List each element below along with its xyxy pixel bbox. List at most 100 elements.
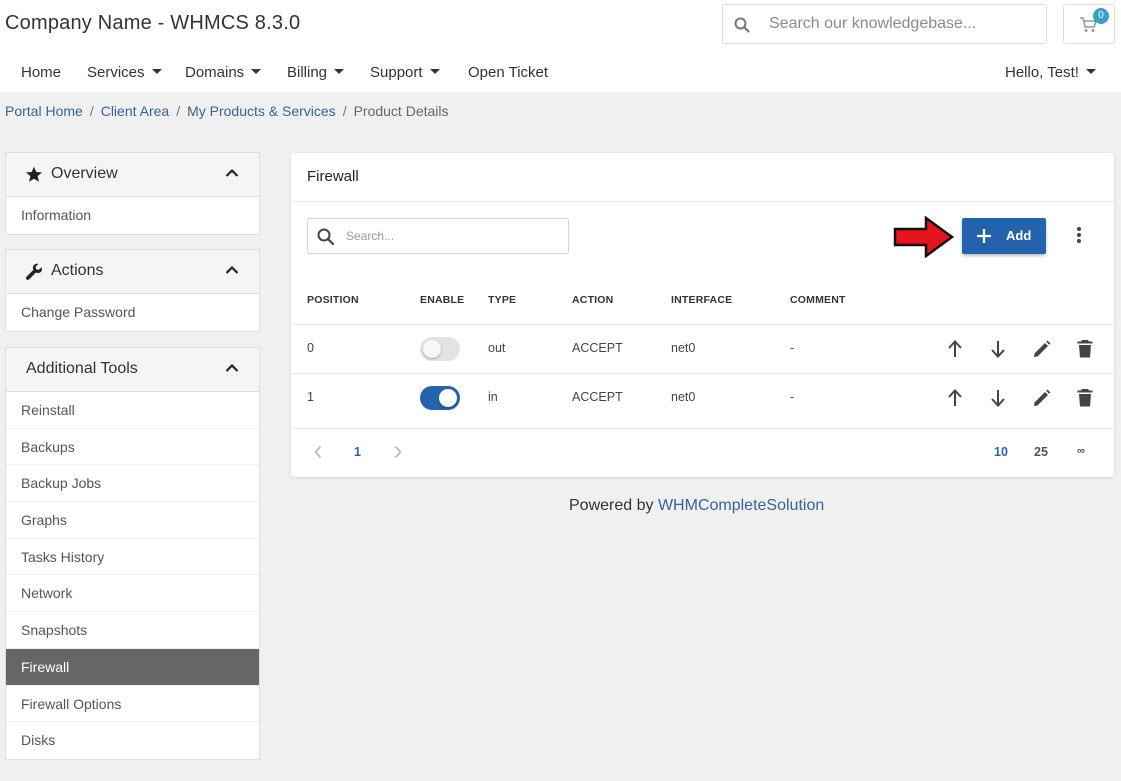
column-header-type[interactable]: TYPE [488, 294, 516, 306]
nav-user-menu[interactable]: Hello, Test! [1005, 64, 1096, 81]
firewall-search-input[interactable] [346, 226, 556, 246]
cell-action: ACCEPT [572, 341, 623, 355]
nav-support-label: Support [370, 64, 423, 81]
nav-billing-label: Billing [287, 64, 328, 81]
panel-header-overview[interactable]: Overview [6, 153, 259, 197]
column-header-interface[interactable]: INTERFACE [671, 294, 732, 306]
chevron-up-icon[interactable] [225, 363, 239, 373]
column-header-position[interactable]: POSITION [307, 294, 359, 306]
cart-count-badge: 0 [1093, 8, 1109, 24]
per-page-10[interactable]: 10 [994, 445, 1008, 459]
chevron-up-icon[interactable] [225, 168, 239, 178]
cell-position: 1 [307, 390, 314, 404]
sidebar-item-reinstall[interactable]: Reinstall [6, 392, 259, 429]
search-icon [734, 17, 750, 33]
trash-icon[interactable] [1077, 388, 1093, 407]
search-icon [317, 228, 335, 246]
chevron-up-icon[interactable] [225, 265, 239, 275]
star-icon [26, 166, 42, 182]
cell-action: ACCEPT [572, 390, 623, 404]
cell-comment: - [790, 390, 795, 404]
breadcrumb-separator: / [176, 103, 181, 119]
enable-toggle[interactable] [420, 386, 460, 410]
pencil-icon[interactable] [1033, 340, 1051, 358]
nav-domains-label: Domains [185, 64, 245, 81]
cell-interface: net0 [671, 390, 696, 404]
toggle-knob [423, 340, 441, 358]
chevron-left-icon[interactable] [313, 445, 323, 459]
plus-icon [977, 229, 991, 243]
cell-type: in [488, 390, 498, 404]
row-divider [291, 373, 1114, 374]
row-divider [291, 324, 1114, 325]
chevron-right-icon[interactable] [393, 445, 403, 459]
breadcrumb-separator: / [89, 103, 94, 119]
cell-comment: - [790, 341, 795, 355]
per-page-all[interactable]: ∞ [1077, 445, 1085, 457]
nav-support[interactable]: Support [370, 64, 440, 81]
sidebar-item-graphs[interactable]: Graphs [6, 502, 259, 539]
sidebar-item-snapshots[interactable]: Snapshots [6, 612, 259, 649]
toggle-knob [439, 389, 457, 407]
footer-link[interactable]: WHMCompleteSolution [658, 497, 824, 514]
panel-title-overview: Overview [51, 165, 118, 182]
column-header-action[interactable]: ACTION [572, 294, 613, 306]
sidebar-panel-actions: Actions Change Password [5, 249, 260, 332]
sidebar-item-backups[interactable]: Backups [6, 429, 259, 466]
add-rule-button[interactable]: Add [962, 218, 1046, 254]
card-divider [291, 201, 1114, 202]
cart-button[interactable]: 0 [1063, 4, 1115, 44]
cell-interface: net0 [671, 341, 696, 355]
cell-type: out [488, 341, 506, 355]
sidebar-item-tasks-history[interactable]: Tasks History [6, 539, 259, 576]
sidebar-item-firewall[interactable]: Firewall [6, 648, 259, 686]
breadcrumb-client-area[interactable]: Client Area [101, 103, 169, 119]
row-divider [291, 428, 1114, 429]
breadcrumb-current: Product Details [353, 103, 449, 119]
enable-toggle[interactable] [420, 337, 460, 361]
trash-icon[interactable] [1077, 339, 1093, 358]
nav-services[interactable]: Services [87, 64, 162, 81]
nav-home[interactable]: Home [21, 64, 61, 81]
nav-open-ticket[interactable]: Open Ticket [468, 64, 548, 81]
more-vertical-icon[interactable] [1075, 226, 1083, 244]
breadcrumb: Portal Home / Client Area / My Products & Se… [5, 103, 449, 119]
brand-title[interactable]: Company Name - WHMCS 8.3.0 [5, 12, 300, 35]
arrow-down-icon[interactable] [990, 339, 1006, 359]
arrow-up-icon[interactable] [947, 339, 963, 359]
sidebar-item-disks[interactable]: Disks [6, 722, 259, 759]
sidebar-item-backup-jobs[interactable]: Backup Jobs [6, 465, 259, 503]
nav-services-label: Services [87, 64, 145, 81]
wrench-icon [25, 263, 42, 280]
panel-title-additional-tools: Additional Tools [26, 360, 138, 377]
add-button-label: Add [1006, 228, 1032, 243]
top-header: Company Name - WHMCS 8.3.0 0 Home Servic… [0, 0, 1121, 92]
pencil-icon[interactable] [1033, 389, 1051, 407]
nav-billing[interactable]: Billing [287, 64, 345, 81]
sidebar-item-information[interactable]: Information [6, 197, 259, 234]
panel-header-actions[interactable]: Actions [6, 250, 259, 294]
sidebar-panel-additional-tools: Additional Tools Reinstall Backups Backu… [5, 347, 260, 760]
breadcrumb-my-products[interactable]: My Products & Services [187, 103, 336, 119]
column-header-enable[interactable]: ENABLE [420, 294, 464, 306]
arrow-up-icon[interactable] [947, 388, 963, 408]
main-nav: Home Services Domains Billing Support Op… [0, 60, 1121, 86]
knowledgebase-search-input[interactable] [769, 11, 1039, 37]
knowledgebase-search[interactable] [722, 4, 1047, 44]
column-header-comment[interactable]: COMMENT [790, 294, 846, 306]
nav-domains[interactable]: Domains [185, 64, 262, 81]
panel-header-additional-tools[interactable]: Additional Tools [6, 348, 259, 392]
firewall-card: Firewall Add POSITION ENABLE TYPE ACTION… [291, 153, 1114, 477]
pagination-current-page[interactable]: 1 [354, 445, 361, 459]
firewall-search[interactable] [307, 218, 569, 254]
panel-title-actions: Actions [51, 262, 104, 279]
chevron-down-icon [251, 68, 262, 74]
breadcrumb-portal-home[interactable]: Portal Home [5, 103, 83, 119]
arrow-right-icon [893, 216, 955, 258]
sidebar-item-network[interactable]: Network [6, 575, 259, 613]
footer-prefix: Powered by [569, 497, 654, 514]
sidebar-item-firewall-options[interactable]: Firewall Options [6, 686, 259, 723]
per-page-25[interactable]: 25 [1034, 445, 1048, 459]
arrow-down-icon[interactable] [990, 388, 1006, 408]
sidebar-item-change-password[interactable]: Change Password [6, 294, 259, 331]
